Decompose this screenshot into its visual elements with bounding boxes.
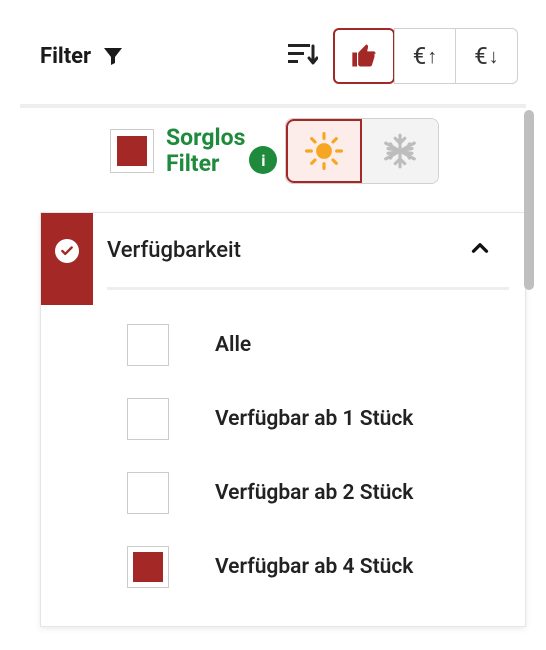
chevron-up-icon	[467, 235, 493, 265]
sort-price-desc-button[interactable]: €↓	[456, 28, 518, 84]
sorglos-label-line2: Filter	[166, 151, 245, 177]
euro-up-icon: €↑	[413, 42, 438, 70]
sorglos-label-line1: Sorglos	[166, 125, 245, 151]
sort-controls: €↑ €↓	[283, 28, 518, 84]
filter-label-text: Filter	[40, 44, 91, 69]
sort-icon[interactable]	[283, 28, 323, 84]
active-filter-badge	[41, 213, 93, 305]
sort-price-asc-button[interactable]: €↑	[394, 28, 456, 84]
option-label: Verfügbar ab 4 Stück	[215, 555, 413, 579]
availability-header[interactable]: Verfügbarkeit	[41, 213, 525, 287]
availability-option-all[interactable]: Alle	[41, 310, 525, 380]
checkbox-fill	[133, 552, 163, 582]
sorglos-filter-checkbox[interactable]	[110, 129, 154, 173]
season-summer-button[interactable]	[286, 119, 362, 183]
check-icon	[55, 239, 79, 263]
sorglos-filter-row: Sorglos Filter i	[0, 108, 546, 194]
sort-recommended-button[interactable]	[333, 28, 395, 84]
option-label: Alle	[215, 333, 251, 357]
info-icon-glyph: i	[261, 151, 265, 170]
checkbox-fill	[117, 136, 147, 166]
availability-options: Alle Verfügbar ab 1 Stück Verfügbar ab 2…	[41, 298, 525, 602]
availability-option-1[interactable]: Verfügbar ab 1 Stück	[41, 384, 525, 454]
sorglos-filter-label[interactable]: Sorglos Filter	[166, 125, 245, 178]
availability-title: Verfügbarkeit	[107, 238, 241, 263]
checkbox[interactable]	[127, 324, 169, 366]
season-toggle	[285, 118, 439, 184]
filter-heading[interactable]: Filter	[40, 44, 125, 69]
option-label: Verfügbar ab 1 Stück	[215, 407, 413, 431]
option-label: Verfügbar ab 2 Stück	[215, 481, 413, 505]
toolbar: Filter €↑ €↓	[0, 0, 546, 104]
funnel-icon	[101, 44, 125, 68]
availability-option-2[interactable]: Verfügbar ab 2 Stück	[41, 458, 525, 528]
scrollbar[interactable]	[524, 110, 534, 290]
sun-icon	[305, 132, 343, 170]
section-divider	[107, 287, 509, 290]
info-icon[interactable]: i	[249, 146, 277, 174]
snowflake-icon	[381, 132, 419, 170]
checkbox[interactable]	[127, 398, 169, 440]
season-winter-button[interactable]	[362, 119, 438, 183]
euro-down-icon: €↓	[474, 42, 499, 70]
availability-option-4[interactable]: Verfügbar ab 4 Stück	[41, 532, 525, 602]
checkbox[interactable]	[127, 472, 169, 514]
checkbox[interactable]	[127, 546, 169, 588]
availability-section: Verfügbarkeit Alle Verfügbar ab 1 Stück …	[40, 212, 526, 627]
